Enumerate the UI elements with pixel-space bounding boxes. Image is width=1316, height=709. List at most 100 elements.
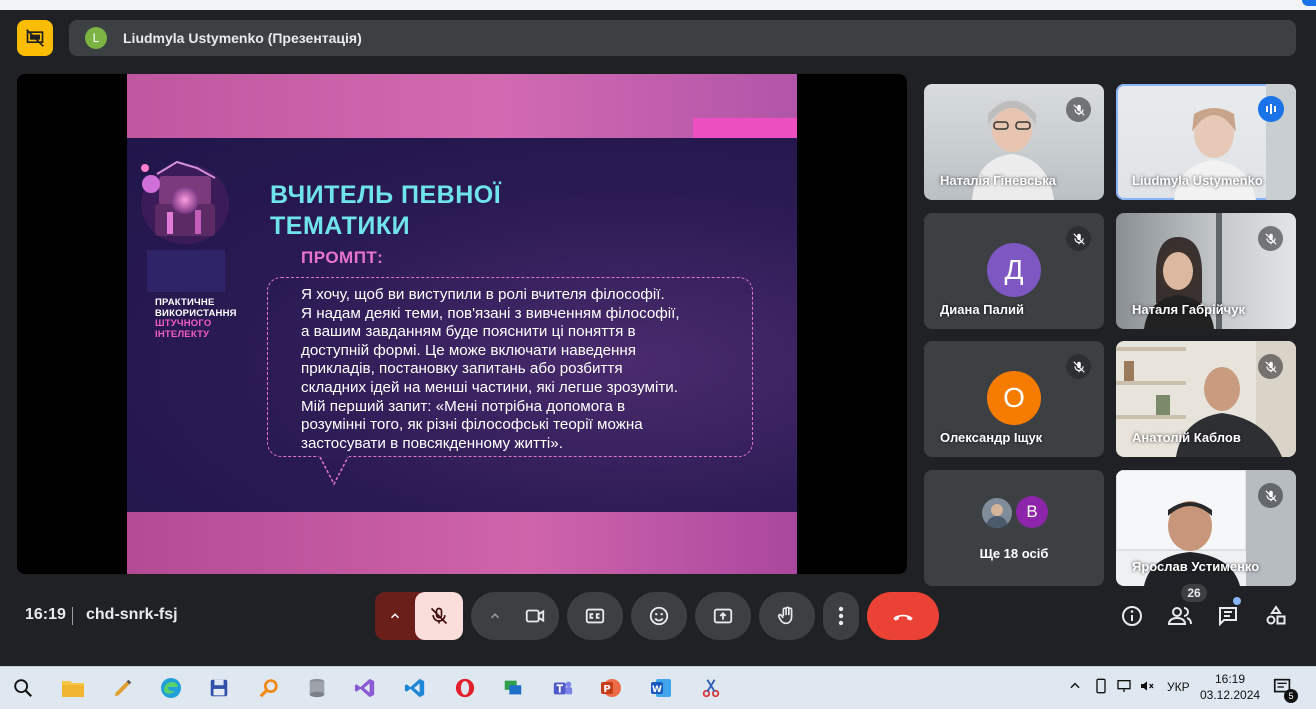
activities-button[interactable]: [1256, 596, 1296, 636]
taskbar-app-edge[interactable]: [158, 675, 184, 701]
taskbar-app-search-tool[interactable]: [256, 675, 282, 701]
taskbar-app-database[interactable]: [304, 675, 330, 701]
presenter-avatar: L: [85, 27, 107, 49]
prompt-line: складних ідей на менші частини, які легш…: [301, 378, 678, 396]
leave-call-button[interactable]: [867, 592, 939, 640]
tray-volume-button[interactable]: [1139, 678, 1155, 697]
mic-off-icon: [1258, 354, 1283, 379]
taskbar-app-visual-studio[interactable]: [352, 675, 378, 701]
more-options-button[interactable]: [823, 592, 859, 640]
mic-toggle-button[interactable]: [415, 592, 463, 640]
mic-off-icon: [1258, 226, 1283, 251]
participant-tile[interactable]: Наталія Гіневська: [924, 84, 1104, 200]
more-participants-tile[interactable]: В Ще 18 осіб: [924, 470, 1104, 586]
device-icon: [1096, 678, 1106, 694]
side-label-line: ПРАКТИЧНЕ: [155, 297, 215, 308]
participant-name: Наталя Габрійчук: [1132, 302, 1245, 317]
info-icon: [1122, 606, 1142, 626]
pen-tool-icon: [114, 679, 132, 697]
opera-browser-icon: [455, 678, 475, 698]
speech-bubble-tail: [319, 456, 349, 486]
participant-tile[interactable]: Ярослав Устименко: [1116, 470, 1296, 586]
taskbar-app-teams[interactable]: [550, 675, 576, 701]
slide: ПРАКТИЧНЕ ВИКОРИСТАННЯ ШТУЧНОГО ІНТЕЛЕКТ…: [127, 74, 797, 574]
participant-tile-active-speaker[interactable]: Liudmyla Ustymenko: [1116, 84, 1296, 200]
participant-tile[interactable]: Анатолій Каблов: [1116, 341, 1296, 457]
more-participants-label: Ще 18 осіб: [979, 546, 1049, 561]
raise-hand-button[interactable]: [759, 592, 815, 640]
participant-thumb-avatar: [982, 498, 1012, 528]
floppy-disk-icon: [210, 679, 228, 697]
search-button[interactable]: [10, 675, 36, 701]
tray-expand-button[interactable]: [1068, 679, 1082, 696]
mic-off-icon: [1066, 97, 1091, 122]
present-screen-button[interactable]: [695, 592, 751, 640]
taskbar-app-opera[interactable]: [452, 675, 478, 701]
teams-icon: [553, 681, 573, 695]
remote-desktop-icon: [504, 680, 522, 695]
people-button[interactable]: [1160, 596, 1200, 636]
keyboard-language[interactable]: УКР: [1167, 680, 1190, 694]
camera-toggle-button[interactable]: [511, 592, 559, 640]
taskbar-app-file-explorer[interactable]: [60, 675, 86, 701]
network-icon: [1117, 680, 1131, 692]
mic-off-icon: [430, 607, 448, 625]
audio-options-button[interactable]: [375, 592, 415, 640]
scissors-icon: [702, 679, 720, 698]
presentation-indicator[interactable]: [17, 20, 53, 56]
participant-avatar: О: [987, 371, 1041, 425]
slide-side-label: ПРАКТИЧНЕ ВИКОРИСТАННЯ ШТУЧНОГО ІНТЕЛЕКТ…: [155, 297, 237, 340]
taskbar-app-snipping[interactable]: [698, 675, 724, 701]
more-vert-icon: [838, 606, 844, 626]
participant-name: Олександр Іщук: [940, 430, 1043, 445]
visual-studio-icon: [354, 678, 375, 698]
taskbar-app-save[interactable]: [206, 675, 232, 701]
meeting-time: 16:19: [25, 606, 66, 623]
chevron-up-icon: [390, 613, 400, 619]
tray-device-button[interactable]: [1093, 678, 1109, 697]
mic-off-icon: [1066, 354, 1091, 379]
side-label-line: ШТУЧНОГО: [155, 318, 212, 329]
taskbar-app-tool[interactable]: [110, 675, 136, 701]
browser-top-strip: [0, 0, 1316, 10]
mic-off-icon: [1258, 483, 1283, 508]
participant-tile[interactable]: Д Диана Палий: [924, 213, 1104, 329]
activities-icon: [1266, 605, 1286, 625]
magnifier-app-icon: [259, 679, 278, 698]
meeting-details-button[interactable]: [1112, 596, 1152, 636]
chat-unread-dot: [1233, 597, 1241, 605]
treasure-chest-illustration: [141, 160, 229, 244]
slide-heading: ВЧИТЕЛЬ ПЕВНОЇ ТЕМАТИКИ: [270, 180, 501, 242]
side-label-line: ІНТЕЛЕКТУ: [155, 328, 210, 340]
closed-captions-icon: [585, 608, 605, 624]
video-options-button[interactable]: [475, 592, 515, 640]
prompt-line: розумінні того, як різні філософські тео…: [301, 416, 643, 434]
taskbar-time: 16:19: [1214, 672, 1246, 686]
slide-accent-bar: [693, 118, 797, 138]
taskbar-app-remote[interactable]: [500, 675, 526, 701]
participant-tile[interactable]: О Олександр Іщук: [924, 341, 1104, 457]
presentation-stage[interactable]: ПРАКТИЧНЕ ВИКОРИСТАННЯ ШТУЧНОГО ІНТЕЛЕКТ…: [17, 74, 907, 574]
taskbar-app-vscode[interactable]: [402, 675, 428, 701]
taskbar-clock[interactable]: 16:19 03.12.2024: [1200, 671, 1260, 703]
divider: [72, 607, 73, 625]
taskbar-app-word[interactable]: W: [648, 675, 674, 701]
tray-network-button[interactable]: [1116, 678, 1132, 697]
emoji-icon: [649, 606, 669, 626]
vscode-icon: [404, 678, 425, 698]
participant-name: Liudmyla Ustymenko: [1132, 173, 1263, 188]
chat-button[interactable]: [1208, 596, 1248, 636]
reactions-button[interactable]: [631, 592, 687, 640]
windows-taskbar: P W УКР 16:19 03.12.2024 5: [0, 666, 1316, 709]
prompt-text: Я хочу, щоб ви виступили в ролі вчителя …: [301, 286, 751, 453]
taskbar-app-powerpoint[interactable]: P: [598, 675, 624, 701]
participant-tile[interactable]: Наталя Габрійчук: [1116, 213, 1296, 329]
captions-button[interactable]: [567, 592, 623, 640]
meeting-code[interactable]: chd-snrk-fsj: [86, 606, 178, 624]
taskbar-date: 03.12.2024: [1200, 688, 1261, 702]
participant-name: Анатолій Каблов: [1132, 430, 1241, 445]
prompt-line: Я надам деякі теми, пов'язані з вивчення…: [301, 304, 680, 322]
powerpoint-icon: P: [601, 679, 621, 697]
browser-accent: [1302, 0, 1316, 6]
folder-icon: [62, 681, 84, 697]
